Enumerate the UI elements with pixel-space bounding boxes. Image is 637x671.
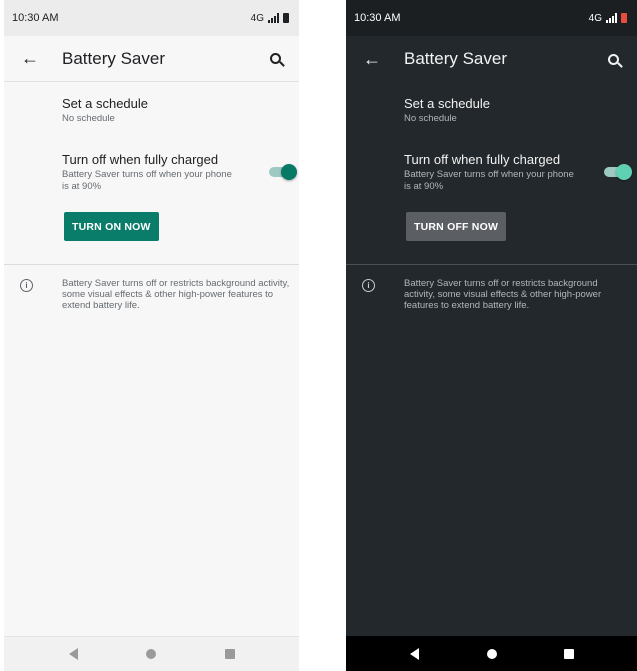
back-button[interactable]: ← bbox=[10, 39, 50, 79]
dark-phone-screen: 10:30 AM 4G ← Battery Saver Set a schedu… bbox=[346, 0, 637, 671]
page-title: Battery Saver bbox=[404, 49, 507, 68]
info-icon: i bbox=[362, 279, 375, 292]
turn-off-when-charged-description: Battery Saver turns off when your phone … bbox=[404, 169, 574, 192]
network-type-icon: 4G bbox=[250, 12, 264, 24]
turn-off-when-charged-setting[interactable]: Turn off when fully charged Battery Save… bbox=[404, 152, 577, 193]
navigation-bar bbox=[346, 636, 637, 671]
nav-recents-button[interactable] bbox=[210, 639, 250, 669]
search-button[interactable] bbox=[595, 39, 631, 79]
app-bar: ← Battery Saver bbox=[346, 36, 637, 82]
navigation-bar bbox=[4, 636, 299, 671]
status-bar: 10:30 AM 4G bbox=[346, 0, 637, 36]
back-triangle-icon bbox=[410, 647, 419, 660]
turn-on-now-button[interactable]: TURN ON NOW bbox=[64, 212, 159, 241]
network-type-icon: 4G bbox=[588, 12, 602, 24]
toggle-thumb bbox=[616, 164, 632, 180]
turn-off-when-charged-setting[interactable]: Turn off when fully charged Battery Save… bbox=[62, 152, 239, 193]
app-bar: ← Battery Saver bbox=[4, 36, 299, 82]
turn-off-when-charged-title: Turn off when fully charged bbox=[404, 152, 561, 167]
status-icons: 4G bbox=[251, 13, 289, 24]
status-time: 10:30 AM bbox=[354, 12, 401, 24]
set-schedule-value: No schedule bbox=[62, 113, 115, 124]
arrow-left-icon: ← bbox=[363, 48, 381, 69]
turn-off-when-charged-description: Battery Saver turns off when your phone … bbox=[62, 169, 232, 192]
set-schedule-title: Set a schedule bbox=[404, 96, 491, 111]
nav-home-button[interactable] bbox=[131, 639, 171, 669]
turn-off-when-charged-toggle[interactable] bbox=[602, 164, 632, 180]
info-footer: i Battery Saver turns off or restricts b… bbox=[362, 278, 629, 311]
turn-off-when-charged-title: Turn off when fully charged bbox=[62, 152, 219, 167]
toggle-thumb bbox=[281, 164, 297, 180]
light-phone-screen: 10:30 AM 4G ← Battery Saver Set a schedu… bbox=[4, 0, 299, 671]
search-icon bbox=[269, 53, 281, 64]
search-button[interactable] bbox=[257, 39, 293, 79]
search-icon bbox=[607, 53, 619, 65]
home-circle-icon bbox=[486, 648, 497, 659]
info-icon: i bbox=[20, 279, 33, 292]
status-time: 10:30 AM bbox=[12, 12, 59, 24]
turn-off-now-button[interactable]: TURN OFF NOW bbox=[406, 212, 507, 241]
info-footer: i Battery Saver turns off or restricts b… bbox=[20, 278, 291, 311]
recents-square-icon bbox=[224, 649, 235, 659]
nav-back-button[interactable] bbox=[395, 639, 435, 669]
page-title: Battery Saver bbox=[62, 48, 165, 68]
set-schedule-title: Set a schedule bbox=[62, 96, 149, 111]
arrow-left-icon: ← bbox=[21, 48, 39, 68]
recents-square-icon bbox=[563, 648, 574, 659]
info-text: Battery Saver turns off or restricts bac… bbox=[404, 278, 602, 311]
nav-home-button[interactable] bbox=[472, 639, 512, 669]
set-schedule-setting[interactable]: Set a schedule No schedule bbox=[404, 96, 617, 125]
battery-icon bbox=[283, 13, 289, 23]
nav-recents-button[interactable] bbox=[549, 639, 589, 669]
back-button[interactable]: ← bbox=[352, 39, 392, 79]
battery-icon bbox=[621, 13, 627, 23]
nav-back-button[interactable] bbox=[53, 639, 93, 669]
turn-off-when-charged-toggle[interactable] bbox=[267, 164, 297, 180]
signal-icon bbox=[268, 13, 279, 23]
set-schedule-value: No schedule bbox=[404, 113, 457, 124]
back-triangle-icon bbox=[68, 648, 78, 660]
status-icons: 4G bbox=[589, 13, 627, 24]
info-text: Battery Saver turns off or restricts bac… bbox=[62, 278, 290, 311]
set-schedule-setting[interactable]: Set a schedule No schedule bbox=[62, 96, 279, 125]
divider bbox=[346, 264, 637, 265]
divider bbox=[4, 264, 299, 265]
home-circle-icon bbox=[146, 649, 157, 659]
signal-icon bbox=[606, 13, 617, 23]
status-bar: 10:30 AM 4G bbox=[4, 0, 299, 36]
